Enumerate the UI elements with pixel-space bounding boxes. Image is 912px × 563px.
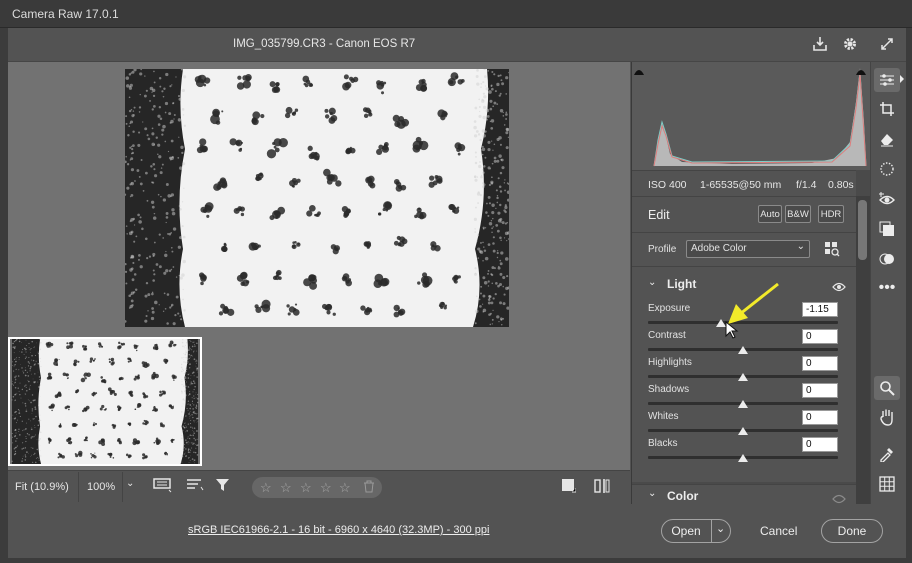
- slider-thumb-blacks[interactable]: [738, 454, 748, 462]
- slider-label-whites: Whites: [648, 411, 679, 422]
- open-button-label: Open: [671, 524, 701, 538]
- background-color-icon[interactable]: [562, 479, 577, 498]
- hand-icon[interactable]: [874, 405, 900, 429]
- zoom-dropdown-chevron-icon[interactable]: ⌄: [126, 478, 134, 489]
- workflow-options-link[interactable]: sRGB IEC61966-2.1 - 16 bit - 6960 x 4640…: [188, 524, 489, 536]
- color-collapse-chevron-icon[interactable]: ⌄: [648, 488, 656, 499]
- red-eye-icon[interactable]: [874, 187, 900, 211]
- panel-pointer: [900, 75, 904, 83]
- slider-thumb-highlights[interactable]: [738, 373, 748, 381]
- slider-label-blacks: Blacks: [648, 438, 678, 449]
- filmstrip-thumbnail[interactable]: [8, 337, 202, 466]
- eraser-icon[interactable]: [874, 127, 900, 151]
- edit-heading: Edit: [648, 208, 670, 222]
- chevron-down-icon: ⌄: [796, 241, 805, 252]
- file-title: IMG_035799.CR3 - Canon EOS R7: [233, 38, 416, 50]
- slider-value-highlights[interactable]: 0: [802, 356, 838, 371]
- slider-value-blacks[interactable]: 0: [802, 437, 838, 452]
- open-options-chevron-icon[interactable]: ⌄: [716, 522, 725, 535]
- filmstrip-view-icon[interactable]: [153, 476, 173, 499]
- profile-browser-icon[interactable]: [824, 241, 840, 262]
- cancel-button[interactable]: Cancel: [760, 524, 797, 538]
- gear-icon[interactable]: [839, 33, 861, 55]
- eyedropper-icon[interactable]: [874, 442, 900, 466]
- slider-label-highlights: Highlights: [648, 357, 692, 368]
- profile-select[interactable]: Adobe Color ⌄: [686, 240, 810, 258]
- done-button[interactable]: Done: [821, 519, 883, 543]
- rating-star-2[interactable]: ☆: [280, 480, 292, 496]
- color-section: ⌄ Color: [632, 484, 856, 504]
- slider-value-shadows[interactable]: 0: [802, 383, 838, 398]
- histogram: [632, 62, 870, 170]
- highlight-clipping-icon[interactable]: [856, 64, 866, 82]
- rating-star-4[interactable]: ☆: [320, 480, 332, 496]
- before-after-icon[interactable]: [594, 478, 610, 499]
- light-heading: Light: [667, 277, 697, 291]
- camera-info: ISO 400 1-65535@50 mm f/1.4 0.80s: [632, 170, 856, 196]
- filter-icon[interactable]: [215, 477, 233, 498]
- iso-value: ISO 400: [648, 179, 687, 191]
- main-preview-image[interactable]: [125, 69, 509, 327]
- crop-icon[interactable]: [874, 97, 900, 121]
- rating-star-5[interactable]: ☆: [339, 480, 351, 496]
- rating-star-3[interactable]: ☆: [300, 480, 312, 496]
- shutter-value: 0.80s: [828, 179, 854, 191]
- slider-label-exposure: Exposure: [648, 303, 691, 314]
- grid-icon[interactable]: [874, 472, 900, 496]
- visibility-eye-icon[interactable]: [832, 279, 846, 297]
- snapshots-icon[interactable]: [874, 247, 900, 271]
- collapse-chevron-icon[interactable]: ⌄: [648, 277, 656, 288]
- zoom-100-button[interactable]: 100%: [87, 481, 115, 493]
- slider-thumb-shadows[interactable]: [738, 400, 748, 408]
- more-icon[interactable]: •••: [874, 276, 900, 300]
- sort-icon[interactable]: [186, 477, 204, 498]
- header-bar: [8, 28, 906, 62]
- shadow-clipping-icon[interactable]: [634, 64, 644, 82]
- annotation-arrow: [722, 280, 784, 345]
- profile-select-value: Adobe Color: [691, 243, 747, 254]
- zoom-fit-button[interactable]: Fit (10.9%): [15, 481, 69, 493]
- slider-label-contrast: Contrast: [648, 330, 686, 341]
- color-heading: Color: [667, 489, 699, 503]
- color-visibility-eye-icon[interactable]: [832, 491, 846, 509]
- panel-scrollbar-thumb[interactable]: [858, 200, 867, 260]
- edit-header: Edit Auto B&W HDR: [632, 196, 856, 232]
- lens-value: 1-65535@50 mm: [700, 179, 782, 191]
- rating-star-1[interactable]: ☆: [260, 480, 272, 496]
- presets-icon[interactable]: [874, 217, 900, 241]
- edit-sliders-icon[interactable]: [874, 68, 900, 92]
- slider-thumb-whites[interactable]: [738, 427, 748, 435]
- window-title: Camera Raw 17.0.1: [0, 0, 912, 28]
- slider-label-shadows: Shadows: [648, 384, 690, 395]
- trash-icon[interactable]: [363, 480, 375, 498]
- aperture-value: f/1.4: [796, 179, 817, 191]
- slider-value-exposure[interactable]: -1.15: [802, 302, 838, 317]
- zoom-icon[interactable]: [874, 376, 900, 400]
- done-button-label: Done: [837, 524, 867, 538]
- mask-icon[interactable]: [874, 157, 900, 181]
- camera-raw-window: Camera Raw 17.0.1 IMG_035799.CR3 - Canon…: [0, 0, 912, 563]
- profile-row: Profile Adobe Color ⌄: [632, 232, 856, 266]
- expand-icon[interactable]: [876, 33, 898, 55]
- auto-button[interactable]: Auto: [758, 205, 782, 223]
- slider-value-whites[interactable]: 0: [802, 410, 838, 425]
- hdr-button[interactable]: HDR: [818, 205, 844, 223]
- slider-thumb-contrast[interactable]: [738, 346, 748, 354]
- slider-value-contrast[interactable]: 0: [802, 329, 838, 344]
- profile-label: Profile: [648, 244, 677, 255]
- bw-button[interactable]: B&W: [785, 205, 811, 223]
- save-icon[interactable]: [809, 33, 831, 55]
